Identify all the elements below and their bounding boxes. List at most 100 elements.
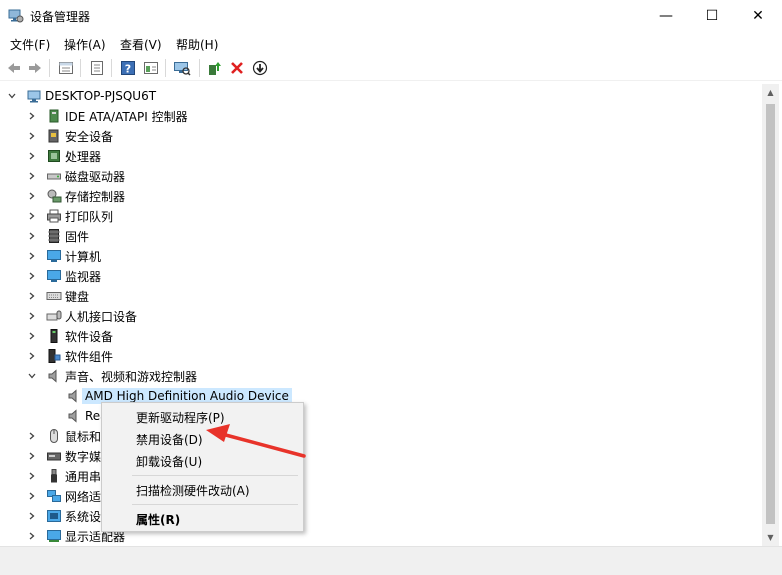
chevron-right-icon[interactable]: [26, 526, 38, 546]
tree-item-label: 磁盘驱动器: [65, 169, 126, 184]
tree-item-usb[interactable]: 通用串: [26, 466, 101, 486]
title-bar: 设备管理器 — ☐ ✕: [0, 0, 782, 32]
scroll-up-icon[interactable]: ▲: [762, 84, 779, 101]
tree-item-label: 处理器: [65, 149, 102, 164]
tree-item-software-component[interactable]: 软件组件: [26, 346, 113, 366]
chevron-right-icon[interactable]: [26, 506, 38, 526]
toolbar: ?: [0, 55, 782, 81]
tree-item-label: 系统设: [65, 509, 102, 524]
speaker-icon: [46, 368, 62, 384]
tree-item-label: 安全设备: [65, 129, 114, 144]
context-item-uninstall-device[interactable]: 卸载设备(U): [136, 453, 202, 470]
tree-item-firmware[interactable]: 固件: [26, 226, 89, 246]
tree-item-processor[interactable]: 处理器: [26, 146, 101, 166]
tree-item-ide[interactable]: IDE ATA/ATAPI 控制器: [26, 106, 188, 126]
show-hidden-icon[interactable]: [88, 59, 106, 77]
tree-item-sound[interactable]: 声音、视频和游戏控制器: [26, 366, 197, 386]
menu-file[interactable]: 文件(F): [10, 36, 50, 53]
chevron-right-icon[interactable]: [26, 206, 38, 226]
chevron-right-icon[interactable]: [26, 466, 38, 486]
tree-item-computer[interactable]: 计算机: [26, 246, 101, 266]
maximize-icon: ☐: [705, 8, 719, 24]
tree-root[interactable]: DESKTOP-PJSQU6T: [6, 86, 156, 106]
chevron-right-icon[interactable]: [26, 286, 38, 306]
chevron-right-icon[interactable]: [26, 346, 38, 366]
properties-view-icon[interactable]: [57, 59, 75, 77]
chevron-right-icon[interactable]: [26, 186, 38, 206]
minimize-button[interactable]: —: [643, 0, 689, 32]
chevron-right-icon[interactable]: [26, 146, 38, 166]
menu-view[interactable]: 查看(V): [120, 36, 162, 53]
vertical-scrollbar[interactable]: ▲ ▼: [762, 84, 779, 546]
tree-item-label: 网络适: [65, 489, 102, 504]
media-device-icon: [46, 448, 62, 464]
disable-icon[interactable]: [251, 59, 269, 77]
minimize-icon: —: [659, 8, 673, 24]
tree-item-network[interactable]: 网络适: [26, 486, 101, 506]
chevron-right-icon[interactable]: [26, 426, 38, 446]
tree-item-print-queue[interactable]: 打印队列: [26, 206, 113, 226]
tree-item-label: 键盘: [65, 289, 90, 304]
chevron-right-icon[interactable]: [26, 446, 38, 466]
speaker-icon: [66, 408, 82, 424]
software-device-icon: [46, 328, 62, 344]
status-bar: [0, 546, 782, 575]
menu-help[interactable]: 帮助(H): [176, 36, 218, 53]
scroll-down-icon[interactable]: ▼: [762, 529, 779, 546]
tree-item-disk[interactable]: 磁盘驱动器: [26, 166, 125, 186]
tree-item-mouse[interactable]: 鼠标和: [26, 426, 101, 446]
chevron-right-icon[interactable]: [26, 106, 38, 126]
forward-icon[interactable]: [26, 59, 44, 77]
chevron-right-icon[interactable]: [26, 126, 38, 146]
tree-item-hid[interactable]: 人机接口设备: [26, 306, 137, 326]
chevron-down-icon[interactable]: [26, 366, 38, 386]
usb-icon: [46, 468, 62, 484]
help-icon[interactable]: ?: [119, 59, 137, 77]
tree-item-digital-media[interactable]: 数字媒: [26, 446, 101, 466]
scroll-thumb[interactable]: [766, 104, 775, 524]
system-device-icon: [46, 508, 62, 524]
toolbar-separator: [199, 59, 200, 77]
chevron-right-icon[interactable]: [26, 306, 38, 326]
tree-item-realtek-audio[interactable]: Rea: [46, 406, 108, 426]
close-icon: ✕: [752, 8, 764, 24]
menu-action[interactable]: 操作(A): [64, 36, 106, 53]
annotation-arrow-icon: [206, 424, 306, 458]
chevron-right-icon[interactable]: [26, 246, 38, 266]
tree-item-software-device[interactable]: 软件设备: [26, 326, 113, 346]
context-item-properties[interactable]: 属性(R): [136, 511, 180, 528]
chevron-right-icon[interactable]: [26, 326, 38, 346]
ide-controller-icon: [46, 108, 62, 124]
tree-item-keyboard[interactable]: 键盘: [26, 286, 89, 306]
chevron-down-icon[interactable]: [6, 86, 18, 106]
tree-item-label: 软件组件: [65, 349, 114, 364]
uninstall-icon[interactable]: [228, 59, 246, 77]
display-adapter-icon: [46, 528, 62, 544]
menu-bar: 文件(F) 操作(A) 查看(V) 帮助(H): [0, 32, 782, 54]
tree-item-label: 打印队列: [65, 209, 114, 224]
close-button[interactable]: ✕: [735, 0, 781, 32]
toolbar-separator: [80, 59, 81, 77]
scan-hardware-icon[interactable]: [173, 59, 191, 77]
tree-item-system[interactable]: 系统设: [26, 506, 101, 526]
toolbar-separator: [165, 59, 166, 77]
chevron-right-icon[interactable]: [26, 226, 38, 246]
computer-icon: [26, 88, 42, 104]
back-icon[interactable]: [5, 59, 23, 77]
tree-item-monitor[interactable]: 监视器: [26, 266, 101, 286]
tree-item-label: 鼠标和: [65, 429, 102, 444]
maximize-button[interactable]: ☐: [689, 0, 735, 32]
storage-controller-icon: [46, 188, 62, 204]
tree-item-label: 固件: [65, 229, 90, 244]
chevron-right-icon[interactable]: [26, 266, 38, 286]
chevron-right-icon[interactable]: [26, 486, 38, 506]
console-tree-icon[interactable]: [142, 59, 160, 77]
tree-item-security[interactable]: 安全设备: [26, 126, 113, 146]
software-component-icon: [46, 348, 62, 364]
context-item-disable-device[interactable]: 禁用设备(D): [136, 431, 203, 448]
context-item-scan-hardware[interactable]: 扫描检测硬件改动(A): [136, 482, 250, 499]
update-driver-icon[interactable]: [206, 59, 224, 77]
tree-item-storage[interactable]: 存储控制器: [26, 186, 125, 206]
chevron-right-icon[interactable]: [26, 166, 38, 186]
